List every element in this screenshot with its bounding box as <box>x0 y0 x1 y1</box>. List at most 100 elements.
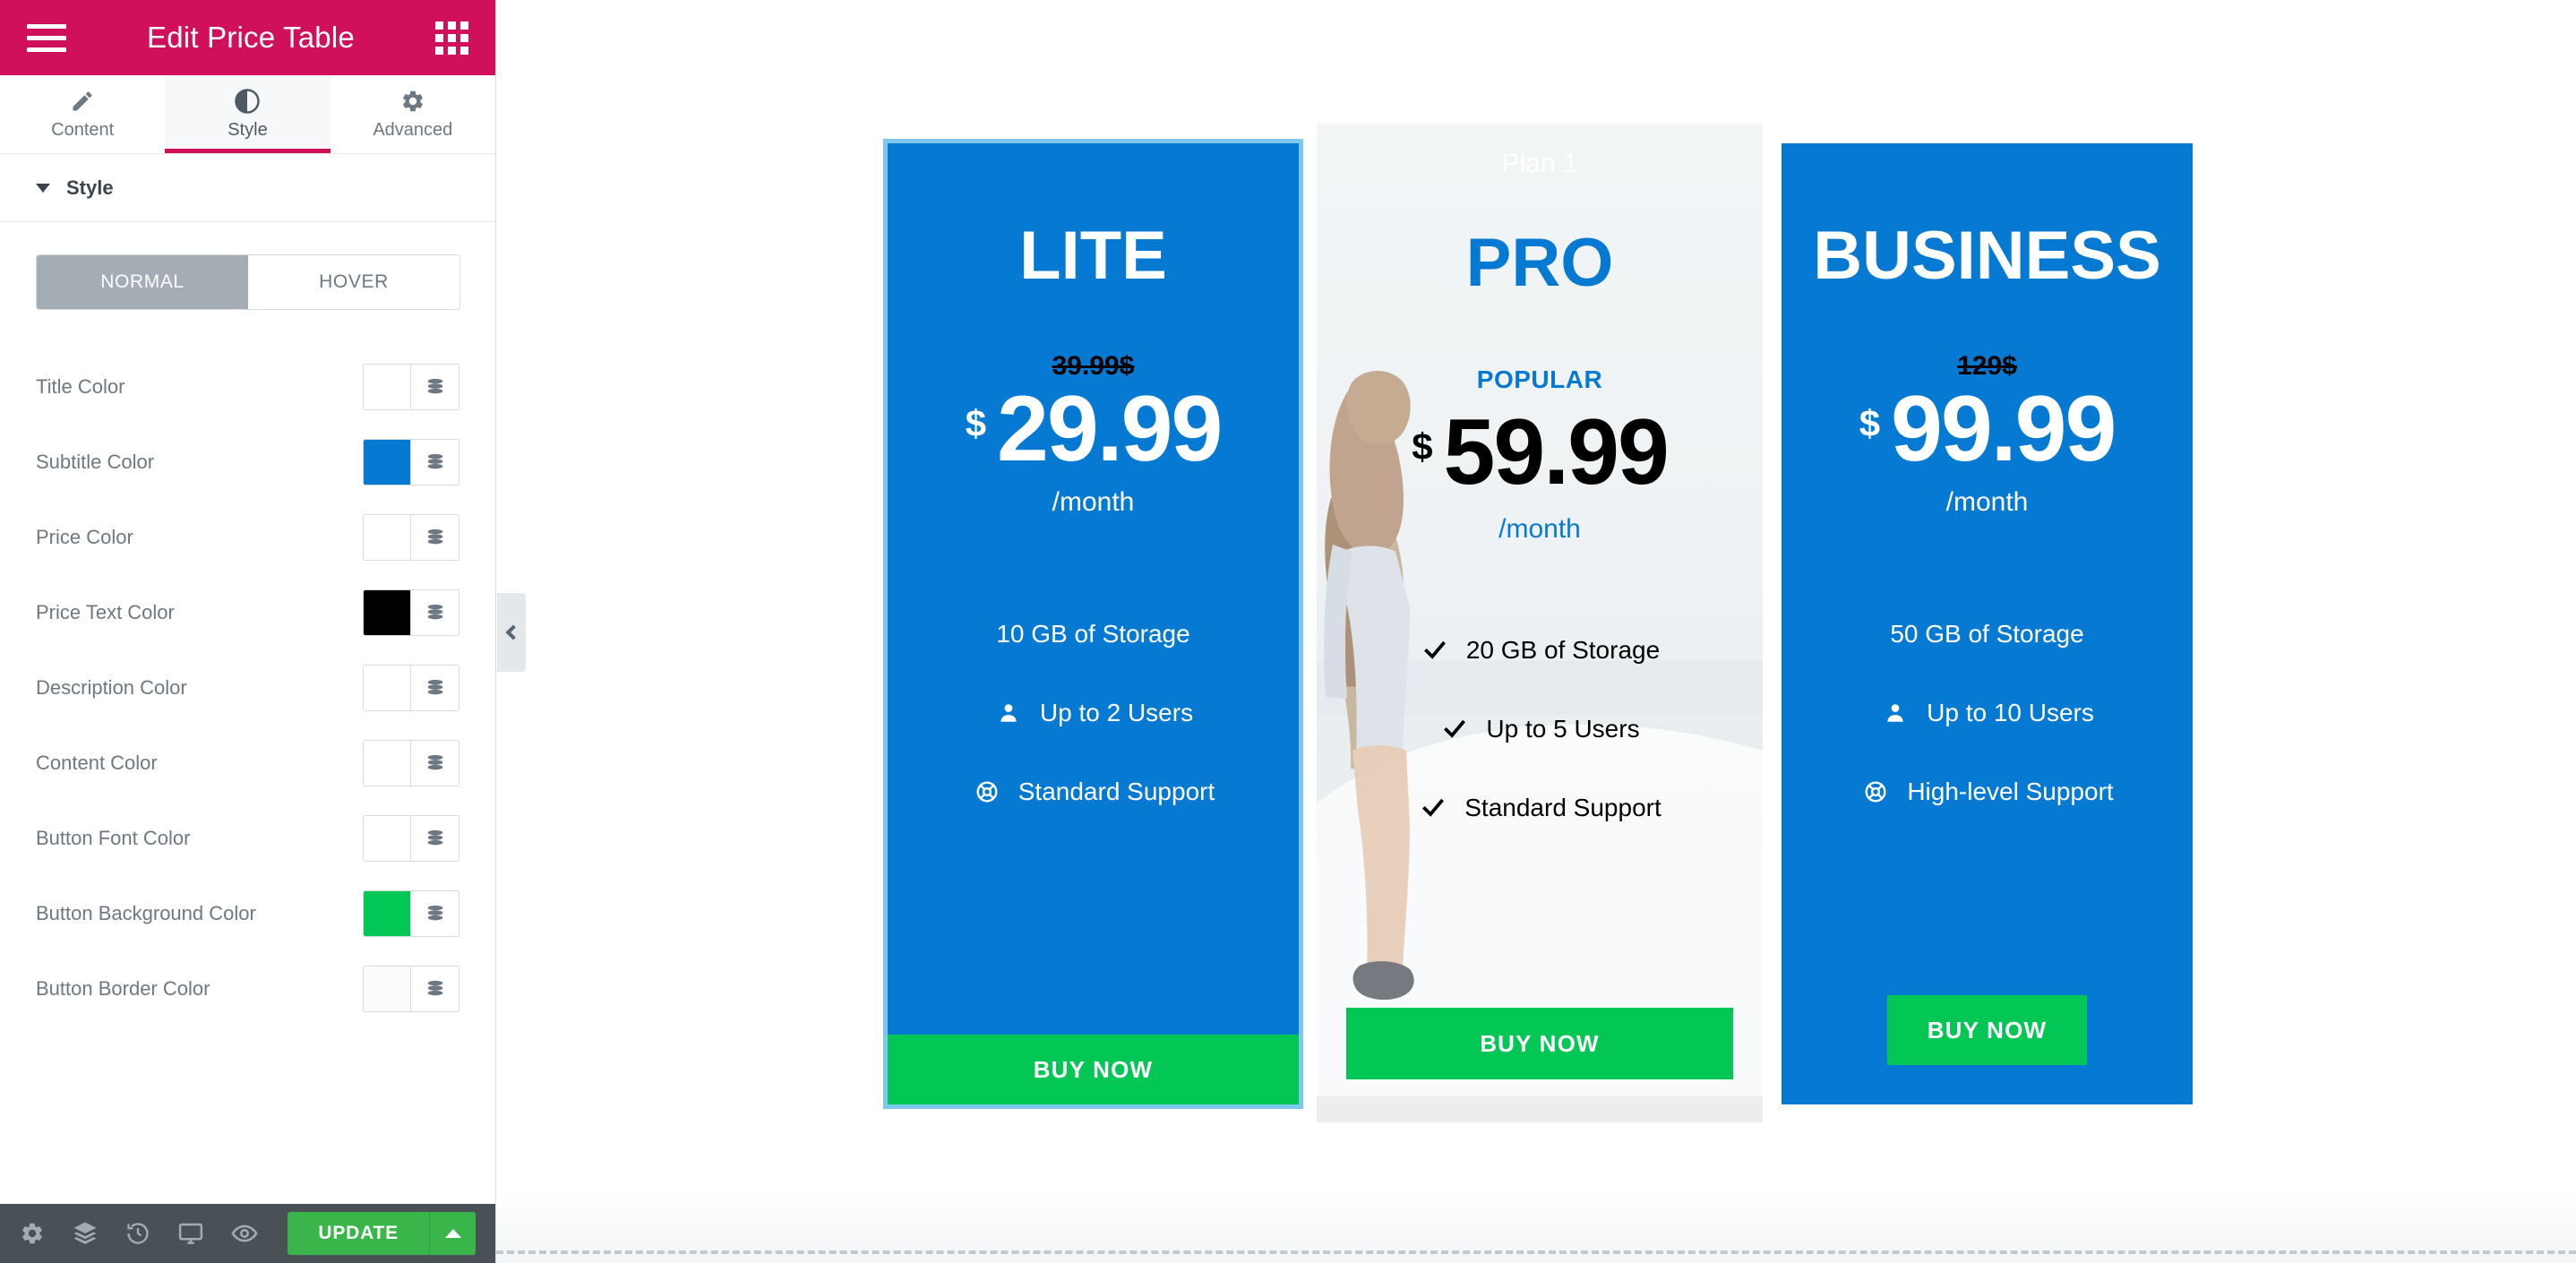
color-control <box>363 589 459 636</box>
color-swatch[interactable] <box>364 590 411 635</box>
price-amount: 29.99 <box>997 377 1223 481</box>
feature-item: Standard Support <box>888 752 1299 831</box>
control-row-content-color: Content Color <box>36 726 459 801</box>
price: $ 59.99 <box>1317 406 1763 499</box>
card-subtitle: POPULAR <box>1476 365 1603 393</box>
feature-item: 20 GB of Storage <box>1317 611 1763 690</box>
tab-advanced-label: Advanced <box>373 120 453 140</box>
control-row-description-color: Description Color <box>36 650 459 726</box>
state-toggle-hover[interactable]: HOVER <box>248 255 459 309</box>
chevron-up-icon <box>444 1229 461 1238</box>
tab-style[interactable]: Style <box>165 75 331 153</box>
check-icon <box>1420 638 1450 663</box>
color-swatch[interactable] <box>364 816 411 861</box>
page-title: Edit Price Table <box>147 21 355 54</box>
global-colors-icon[interactable] <box>411 967 459 1011</box>
color-control <box>363 815 459 862</box>
panel-collapse-handle[interactable] <box>497 593 526 672</box>
feature-item: Up to 2 Users <box>888 674 1299 752</box>
color-swatch[interactable] <box>364 365 411 409</box>
add-section-drop-area[interactable] <box>496 1250 2576 1254</box>
control-row-subtitle-color: Subtitle Color <box>36 425 459 500</box>
gear-icon <box>400 88 425 115</box>
price-card-pro[interactable]: Plan 1 PRO POPULAR $ 59.99 /month 20 GB … <box>1317 124 1763 1122</box>
global-colors-icon[interactable] <box>411 741 459 786</box>
feature-label: 20 GB of Storage <box>1465 635 1661 664</box>
panel-tabs: Content Style Advanced <box>0 75 495 154</box>
tab-content[interactable]: Content <box>0 75 165 153</box>
feature-item: Standard Support <box>1317 769 1763 847</box>
responsive-mode-icon[interactable] <box>177 1220 204 1247</box>
style-controls: NORMAL HOVER Title Color Subtitle Color <box>0 222 495 1204</box>
chevron-down-icon <box>36 183 50 193</box>
feature-label: Up to 10 Users <box>1927 698 2094 726</box>
color-control <box>363 665 459 711</box>
feature-label: Standard Support <box>1464 793 1662 821</box>
hamburger-icon[interactable] <box>27 23 66 52</box>
control-label: Button Font Color <box>36 827 191 849</box>
global-colors-icon[interactable] <box>411 365 459 409</box>
color-swatch[interactable] <box>364 741 411 786</box>
history-icon[interactable] <box>125 1221 150 1246</box>
card-content: Plan 1 PRO POPULAR $ 59.99 /month 20 GB … <box>1317 124 1763 1122</box>
control-row-price-color: Price Color <box>36 500 459 575</box>
feature-list: 10 GB of Storage Up to 2 Users Standard … <box>888 595 1299 831</box>
price-card-lite[interactable]: LITE 39.99$ $ 29.99 /month 10 GB of Stor… <box>883 139 1303 1109</box>
style-section-header[interactable]: Style <box>0 154 495 222</box>
tab-advanced[interactable]: Advanced <box>331 75 495 153</box>
feature-item: Up to 10 Users <box>1782 674 2193 752</box>
control-label: Content Color <box>36 752 158 774</box>
color-swatch[interactable] <box>364 891 411 936</box>
card-title: BUSINESS <box>1813 218 2161 294</box>
global-colors-icon[interactable] <box>411 440 459 485</box>
feature-item: Up to 5 Users <box>1317 690 1763 769</box>
panel-footer: UPDATE <box>0 1204 495 1263</box>
currency-symbol: $ <box>965 402 987 444</box>
lifebuoy-icon <box>1860 780 1891 803</box>
price: $ 29.99 <box>888 377 1299 481</box>
color-swatch[interactable] <box>364 515 411 560</box>
price-card-business[interactable]: BUSINESS 129$ $ 99.99 /month 50 GB of St… <box>1782 143 2193 1104</box>
card-ribbon: Plan 1 <box>1501 149 1578 178</box>
feature-item: High-level Support <box>1782 752 2193 831</box>
global-colors-icon[interactable] <box>411 590 459 635</box>
lifebuoy-icon <box>972 780 1002 803</box>
price-period: /month <box>1052 486 1135 517</box>
control-label: Description Color <box>36 676 187 699</box>
feature-list: 20 GB of Storage Up to 5 Users Standard … <box>1317 611 1763 847</box>
feature-label: Standard Support <box>1018 777 1215 805</box>
color-control <box>363 890 459 937</box>
feature-item: 50 GB of Storage <box>1782 595 2193 674</box>
grid-icon[interactable] <box>434 21 468 55</box>
control-label: Price Text Color <box>36 601 175 623</box>
control-label: Price Color <box>36 526 133 548</box>
buy-now-button[interactable]: BUY NOW <box>1346 1008 1733 1079</box>
check-icon <box>1418 795 1448 821</box>
buy-now-button[interactable]: BUY NOW <box>1887 995 2087 1065</box>
global-colors-icon[interactable] <box>411 515 459 560</box>
editor-canvas: LITE 39.99$ $ 29.99 /month 10 GB of Stor… <box>496 0 2576 1263</box>
color-control <box>363 740 459 786</box>
control-row-price-text-color: Price Text Color <box>36 575 459 650</box>
feature-label: High-level Support <box>1907 777 2114 805</box>
state-toggle-normal[interactable]: NORMAL <box>37 255 248 309</box>
check-icon <box>1439 717 1470 742</box>
global-colors-icon[interactable] <box>411 666 459 710</box>
color-swatch[interactable] <box>364 666 411 710</box>
feature-label: 10 GB of Storage <box>996 619 1190 648</box>
color-swatch[interactable] <box>364 967 411 1011</box>
preview-icon[interactable] <box>231 1220 258 1247</box>
buy-now-button[interactable]: BUY NOW <box>888 1035 1299 1104</box>
update-button[interactable]: UPDATE <box>288 1212 429 1255</box>
gear-icon[interactable] <box>20 1221 45 1246</box>
feature-label: Up to 5 Users <box>1486 714 1640 743</box>
layers-icon[interactable] <box>72 1220 99 1247</box>
control-row-button-border-color: Button Border Color <box>36 951 459 1027</box>
color-swatch[interactable] <box>364 440 411 485</box>
global-colors-icon[interactable] <box>411 891 459 936</box>
price: $ 99.99 <box>1782 382 2193 476</box>
elementor-panel: Edit Price Table Content Style Advanced … <box>0 0 496 1263</box>
person-icon <box>1880 701 1911 725</box>
global-colors-icon[interactable] <box>411 816 459 861</box>
update-options-button[interactable] <box>429 1212 476 1255</box>
